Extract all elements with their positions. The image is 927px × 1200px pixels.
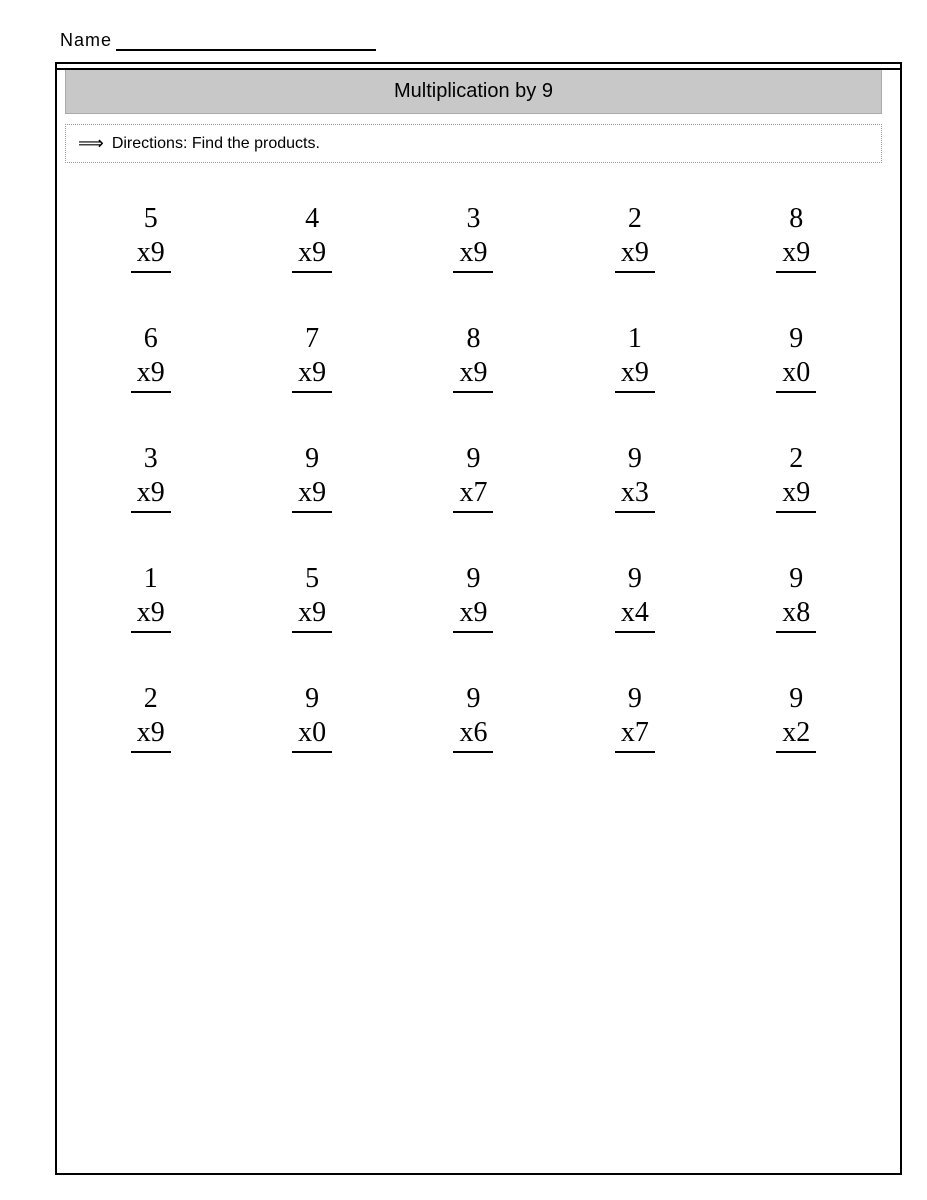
- bottom-number-11: x9: [292, 477, 332, 513]
- bottom-number-21: x0: [292, 717, 332, 753]
- top-number-20: 2: [144, 683, 158, 715]
- worksheet-page: Name Multiplication by 9 ⟹ Directions: F…: [0, 0, 927, 1200]
- bottom-number-23: x7: [615, 717, 655, 753]
- name-label: Name: [60, 30, 112, 51]
- problem-14: 2x9: [716, 433, 877, 513]
- problem-24: 9x2: [716, 673, 877, 753]
- top-number-14: 2: [789, 443, 803, 475]
- problem-9: 9x0: [716, 313, 877, 393]
- problem-19: 9x8: [716, 553, 877, 633]
- bottom-number-12: x7: [453, 477, 493, 513]
- problem-5: 6x9: [70, 313, 231, 393]
- top-number-9: 9: [789, 323, 803, 355]
- bottom-number-17: x9: [453, 597, 493, 633]
- top-number-8: 1: [628, 323, 642, 355]
- bottom-number-9: x0: [776, 357, 816, 393]
- directions-text: Directions: Find the products.: [112, 135, 320, 153]
- bottom-number-13: x3: [615, 477, 655, 513]
- top-number-10: 3: [144, 443, 158, 475]
- bottom-number-7: x9: [453, 357, 493, 393]
- bottom-number-5: x9: [131, 357, 171, 393]
- top-number-22: 9: [466, 683, 480, 715]
- bottom-number-8: x9: [615, 357, 655, 393]
- bottom-number-19: x8: [776, 597, 816, 633]
- top-number-17: 9: [466, 563, 480, 595]
- title-box: Multiplication by 9: [65, 69, 882, 114]
- top-number-18: 9: [628, 563, 642, 595]
- top-number-24: 9: [789, 683, 803, 715]
- top-number-21: 9: [305, 683, 319, 715]
- problem-15: 1x9: [70, 553, 231, 633]
- top-number-13: 9: [628, 443, 642, 475]
- problems-grid: 5x94x93x92x98x96x97x98x91x99x03x99x99x79…: [70, 193, 877, 753]
- problem-18: 9x4: [554, 553, 715, 633]
- problem-23: 9x7: [554, 673, 715, 753]
- arrow-icon: ⟹: [78, 133, 104, 154]
- top-number-16: 5: [305, 563, 319, 595]
- top-number-4: 8: [789, 203, 803, 235]
- bottom-number-18: x4: [615, 597, 655, 633]
- bottom-number-22: x6: [453, 717, 493, 753]
- bottom-number-24: x2: [776, 717, 816, 753]
- top-number-15: 1: [144, 563, 158, 595]
- problem-13: 9x3: [554, 433, 715, 513]
- problem-21: 9x0: [231, 673, 392, 753]
- top-number-6: 7: [305, 323, 319, 355]
- problem-20: 2x9: [70, 673, 231, 753]
- problem-3: 2x9: [554, 193, 715, 273]
- problem-12: 9x7: [393, 433, 554, 513]
- problem-8: 1x9: [554, 313, 715, 393]
- top-number-23: 9: [628, 683, 642, 715]
- bottom-number-6: x9: [292, 357, 332, 393]
- top-number-1: 4: [305, 203, 319, 235]
- name-section: Name: [60, 20, 887, 51]
- problem-16: 5x9: [231, 553, 392, 633]
- problem-10: 3x9: [70, 433, 231, 513]
- problem-11: 9x9: [231, 433, 392, 513]
- bottom-number-3: x9: [615, 237, 655, 273]
- top-number-3: 2: [628, 203, 642, 235]
- bottom-border-line: [55, 1173, 902, 1175]
- top-number-0: 5: [144, 203, 158, 235]
- bottom-number-1: x9: [292, 237, 332, 273]
- problem-7: 8x9: [393, 313, 554, 393]
- problem-0: 5x9: [70, 193, 231, 273]
- top-number-7: 8: [466, 323, 480, 355]
- bottom-number-10: x9: [131, 477, 171, 513]
- bottom-number-0: x9: [131, 237, 171, 273]
- bottom-number-4: x9: [776, 237, 816, 273]
- problem-2: 3x9: [393, 193, 554, 273]
- top-number-12: 9: [466, 443, 480, 475]
- top-number-2: 3: [466, 203, 480, 235]
- top-number-5: 6: [144, 323, 158, 355]
- bottom-number-15: x9: [131, 597, 171, 633]
- top-number-11: 9: [305, 443, 319, 475]
- bottom-number-14: x9: [776, 477, 816, 513]
- problem-17: 9x9: [393, 553, 554, 633]
- bottom-number-16: x9: [292, 597, 332, 633]
- top-number-19: 9: [789, 563, 803, 595]
- problem-1: 4x9: [231, 193, 392, 273]
- directions-box: ⟹ Directions: Find the products.: [65, 124, 882, 163]
- problem-6: 7x9: [231, 313, 392, 393]
- bottom-number-2: x9: [453, 237, 493, 273]
- bottom-number-20: x9: [131, 717, 171, 753]
- problem-4: 8x9: [716, 193, 877, 273]
- worksheet-title: Multiplication by 9: [394, 80, 553, 102]
- name-underline[interactable]: [116, 31, 376, 51]
- problem-22: 9x6: [393, 673, 554, 753]
